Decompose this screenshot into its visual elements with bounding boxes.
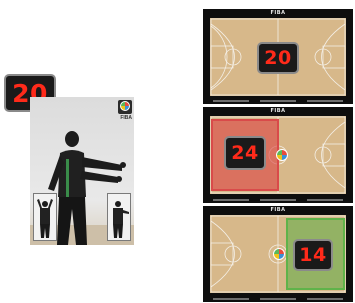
inset-referee-right [107, 193, 131, 241]
basketball-court: 24 [210, 116, 346, 194]
shot-clock-value: 20 [264, 47, 292, 69]
shot-clock-display: 14 [293, 239, 333, 271]
court-panel-1: FIBA 20 [203, 9, 353, 104]
shot-clock-display: 24 [224, 136, 266, 170]
shot-clock-value: 24 [231, 142, 259, 164]
shot-clock-value: 14 [299, 244, 327, 266]
fiba-ball-icon [276, 149, 288, 161]
basketball-court: 14 [210, 215, 346, 293]
basketball-court: 20 [210, 18, 346, 96]
court-panel-2: FIBA 24 [203, 107, 353, 203]
referee-photo: FIBA [30, 97, 134, 245]
panel-brand: FIBA [270, 207, 286, 213]
panel-brand: FIBA [270, 10, 286, 16]
shot-clock-display: 20 [257, 42, 299, 74]
court-panel-3: FIBA 14 [203, 206, 353, 302]
inset-referee-left [33, 193, 57, 241]
fiba-ball-icon [273, 248, 285, 260]
panel-brand: FIBA [270, 108, 286, 114]
